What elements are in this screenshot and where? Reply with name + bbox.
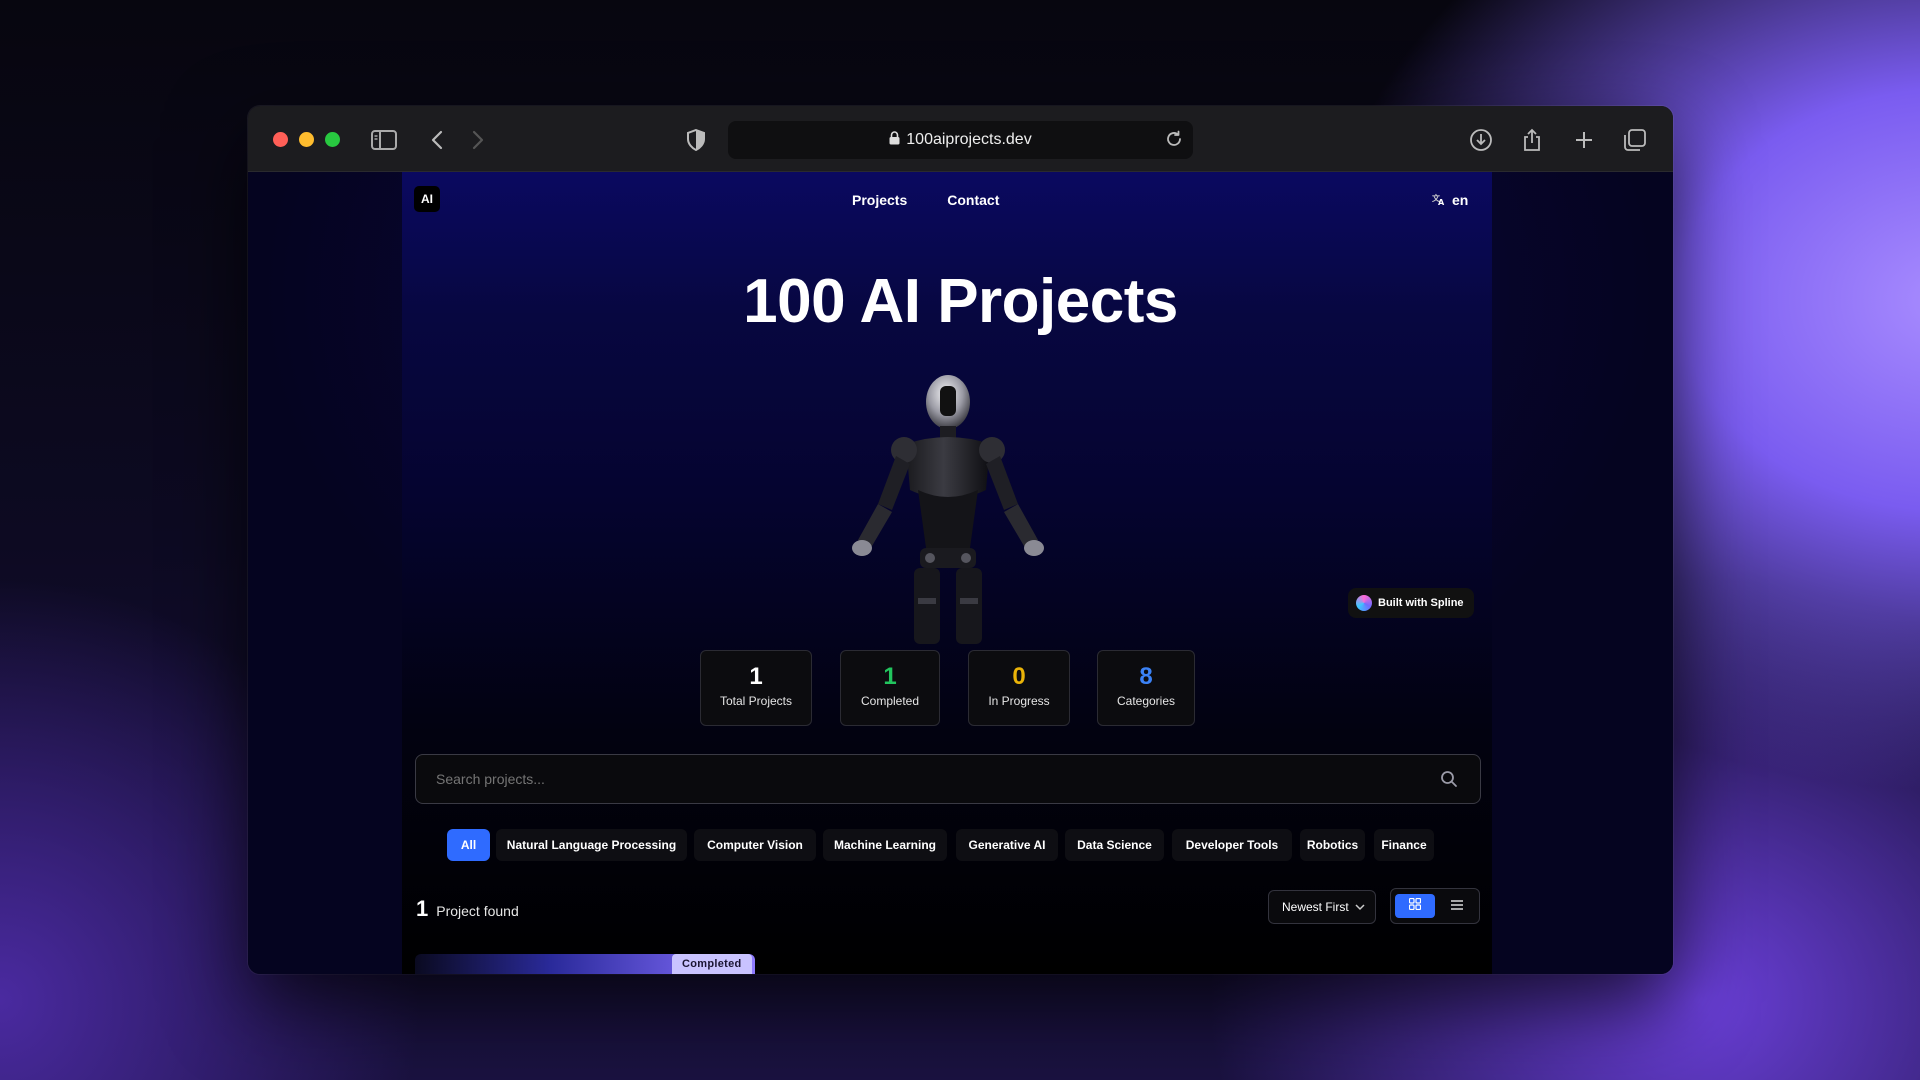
close-window-button[interactable] xyxy=(273,132,288,147)
sort-select[interactable]: Newest First xyxy=(1268,890,1376,924)
language-switcher[interactable]: 文A en xyxy=(1432,192,1468,208)
spline-badge-label: Built with Spline xyxy=(1378,597,1464,609)
chevron-down-icon xyxy=(1355,901,1365,915)
site-logo[interactable]: AI xyxy=(414,186,440,212)
browser-window: 100aiprojects.dev AI Projects Contact 文A xyxy=(248,106,1673,974)
built-with-spline-badge[interactable]: Built with Spline xyxy=(1348,588,1474,618)
reload-icon[interactable] xyxy=(1165,130,1183,153)
new-tab-icon[interactable] xyxy=(1570,126,1598,154)
nav-link-contact[interactable]: Contact xyxy=(947,192,999,208)
url-text: 100aiprojects.dev xyxy=(906,131,1032,148)
main-nav: Projects Contact xyxy=(852,192,999,208)
sidebar-toggle-icon[interactable] xyxy=(370,126,398,154)
page-title: 100 AI Projects xyxy=(743,267,1178,336)
share-icon[interactable] xyxy=(1518,126,1546,154)
shield-icon[interactable] xyxy=(682,126,710,154)
minimize-window-button[interactable] xyxy=(299,132,314,147)
lock-icon xyxy=(889,130,900,150)
download-icon[interactable] xyxy=(1467,126,1495,154)
language-label: en xyxy=(1452,192,1469,208)
sort-value: Newest First xyxy=(1282,900,1349,914)
svg-text:A: A xyxy=(1438,198,1445,205)
robot-3d-model[interactable] xyxy=(818,372,1078,649)
maximize-window-button[interactable] xyxy=(325,132,340,147)
nav-link-projects[interactable]: Projects xyxy=(852,192,907,208)
browser-toolbar: 100aiprojects.dev xyxy=(248,106,1673,172)
forward-icon[interactable] xyxy=(464,126,492,154)
tab-overview-icon[interactable] xyxy=(1621,126,1649,154)
spline-logo-icon xyxy=(1356,595,1372,611)
address-bar[interactable]: 100aiprojects.dev xyxy=(728,121,1193,159)
back-icon[interactable] xyxy=(423,126,451,154)
translate-icon: 文A xyxy=(1432,192,1446,208)
page-viewport: AI Projects Contact 文A en 100 AI Project… xyxy=(248,172,1673,974)
